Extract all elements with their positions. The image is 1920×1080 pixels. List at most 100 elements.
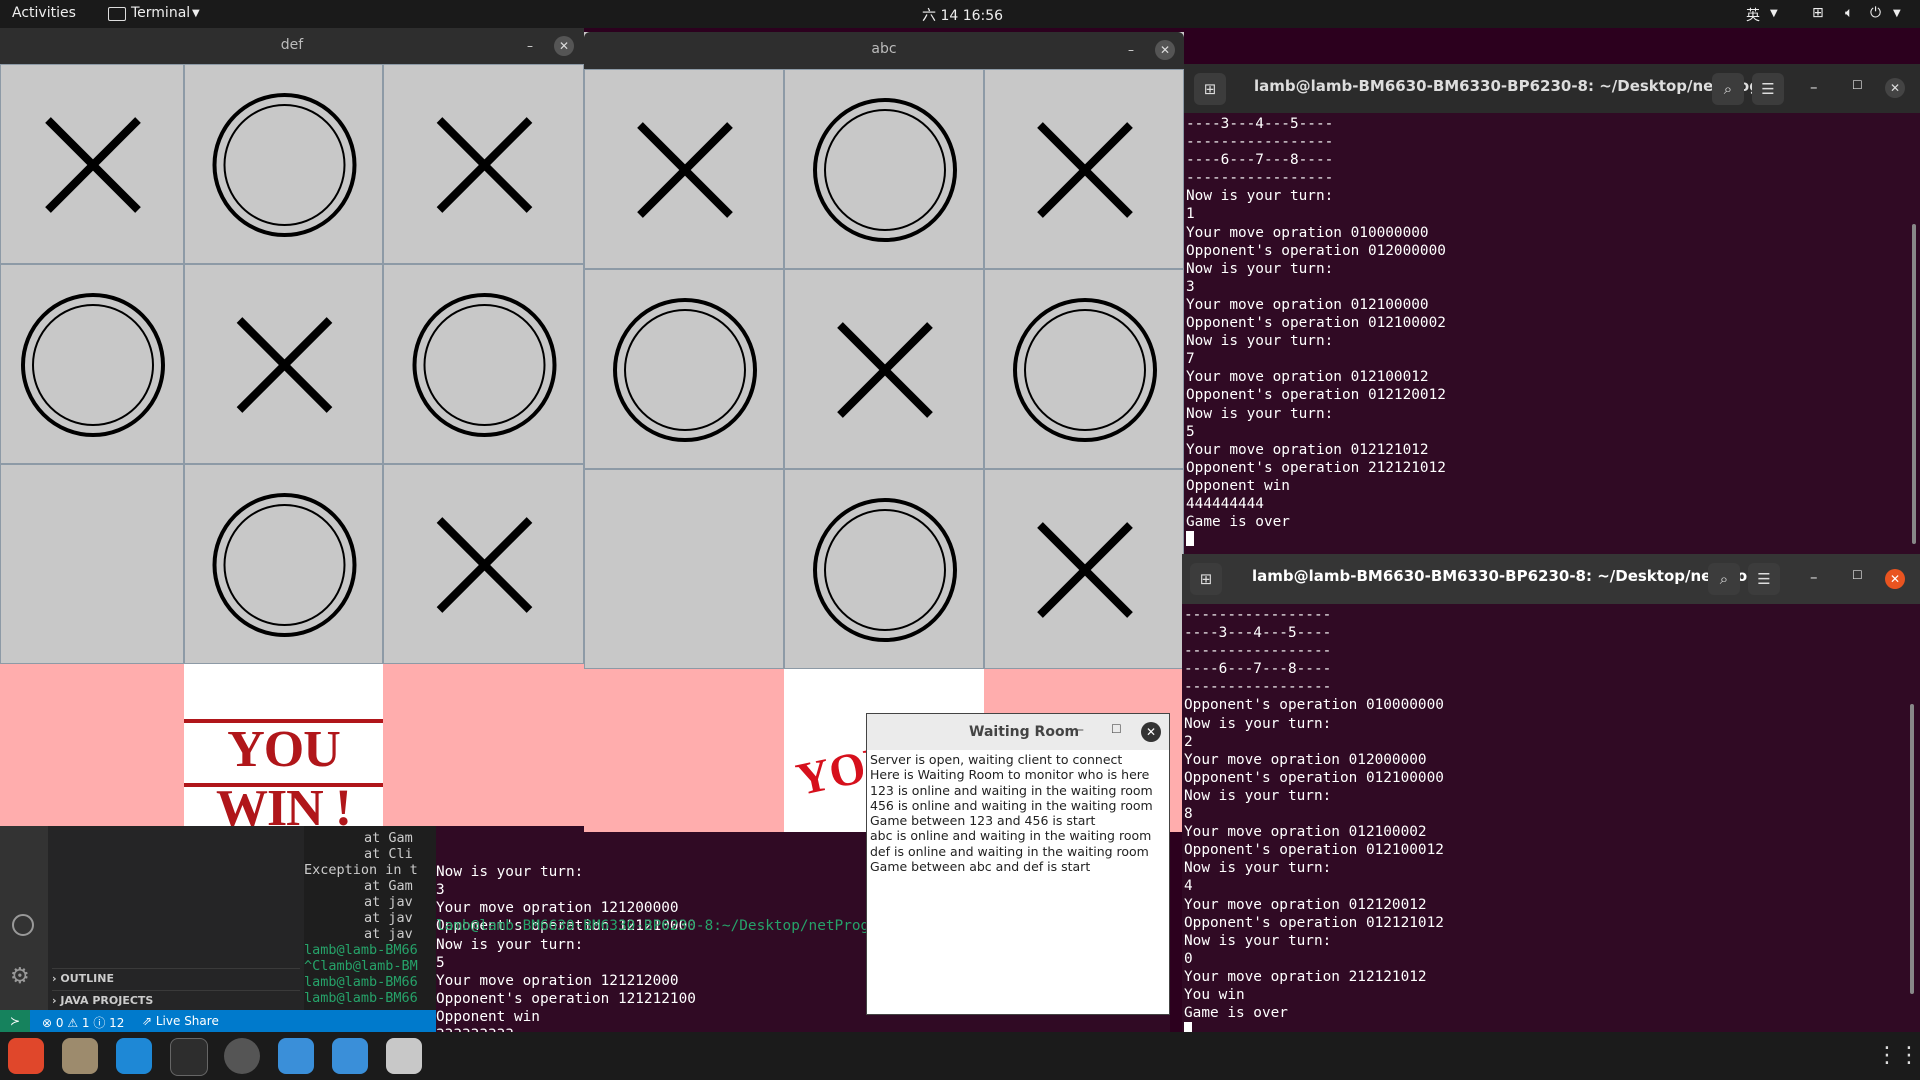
- gear-icon[interactable]: ⚙: [10, 964, 30, 989]
- chevron-down-icon: ▼: [1893, 8, 1901, 19]
- settings-icon[interactable]: [224, 1038, 260, 1074]
- java-app-icon[interactable]: [332, 1038, 368, 1074]
- close-button[interactable]: ✕: [554, 36, 574, 56]
- window-title: def: [280, 37, 304, 53]
- terminal-headerbar[interactable]: ⊞ lamb@lamb-BM6630-BM6330-BP6230-8: ~/De…: [1182, 554, 1920, 604]
- remote-icon[interactable]: ≻: [0, 1010, 30, 1032]
- board-cell-8[interactable]: [383, 464, 584, 664]
- java-duke-icon[interactable]: [386, 1038, 422, 1074]
- maximize-button[interactable]: ☐: [1852, 568, 1863, 582]
- terminal-line: Now is your turn:: [1186, 188, 1334, 205]
- close-button[interactable]: ✕: [1885, 78, 1905, 98]
- terminal-line: Your move opration 012100002: [1184, 824, 1427, 841]
- terminal-headerbar[interactable]: ⊞ lamb@lamb-BM6630-BM6330-BP6230-8: ~/De…: [1184, 64, 1920, 113]
- board-cell-0[interactable]: [0, 64, 184, 264]
- terminal-line: ----6---7---8----: [1184, 661, 1332, 678]
- game-window-def: def – ✕ YOU WIN !: [0, 28, 584, 837]
- window-title: abc: [871, 41, 897, 57]
- terminal-line: Game is over: [1184, 1005, 1288, 1022]
- terminal-line: 3: [1186, 278, 1195, 295]
- volume-icon[interactable]: 🔈︎: [1845, 5, 1853, 21]
- terminal-line: ----3---4---5----: [1184, 625, 1332, 642]
- scrollbar[interactable]: [1910, 704, 1914, 994]
- problems-indicator[interactable]: ⊗ 0 ⚠ 1 ⓘ 12: [42, 1014, 124, 1031]
- minimize-button[interactable]: –: [1121, 40, 1141, 60]
- maximize-button[interactable]: ☐: [1852, 78, 1863, 92]
- window-titlebar[interactable]: def – ✕: [0, 28, 584, 64]
- network-icon[interactable]: ⊞: [1812, 5, 1824, 21]
- power-icon[interactable]: ⏻: [1870, 5, 1881, 21]
- terminal-line: -----------------: [1186, 170, 1334, 187]
- live-share-button[interactable]: ⇗ Live Share: [142, 1014, 219, 1028]
- board-cell-5[interactable]: [984, 269, 1184, 469]
- input-method-indicator[interactable]: 英: [1746, 5, 1760, 25]
- board-cell-5[interactable]: [383, 264, 584, 464]
- board-cell-7[interactable]: [784, 469, 984, 669]
- search-icon[interactable]: ⌕: [1712, 73, 1744, 105]
- close-button[interactable]: ✕: [1885, 569, 1905, 589]
- window-titlebar[interactable]: abc – ✕: [584, 32, 1184, 69]
- board-cell-2[interactable]: [984, 69, 1184, 269]
- terminal-line: at jav: [364, 894, 413, 910]
- board-cell-2[interactable]: [383, 64, 584, 264]
- account-icon[interactable]: [12, 914, 34, 936]
- search-icon[interactable]: ⌕: [1708, 563, 1740, 595]
- minimize-button[interactable]: –: [1810, 78, 1818, 96]
- terminal-title: lamb@lamb-BM6630-BM6330-BP6230-8: ~/Desk…: [1254, 77, 1783, 95]
- terminal-line: Now is your turn:: [1186, 405, 1334, 422]
- log-line: 456 is online and waiting in the waiting…: [870, 797, 1153, 813]
- log-line: Here is Waiting Room to monitor who is h…: [870, 767, 1150, 783]
- terminal-line: Your move opration 010000000: [1186, 224, 1429, 241]
- minimize-button[interactable]: –: [520, 36, 540, 56]
- board-cell-6[interactable]: [0, 464, 184, 664]
- o-mark-icon: [613, 298, 757, 442]
- terminal-line: Opponent's operation 212121012: [1186, 459, 1446, 476]
- terminal-line: Now is your turn:: [1184, 715, 1332, 732]
- clock[interactable]: 六 14 16:56: [922, 5, 1003, 25]
- minimize-button[interactable]: –: [1077, 722, 1084, 738]
- board-cell-0[interactable]: [584, 69, 784, 269]
- minimize-button[interactable]: –: [1810, 568, 1818, 586]
- terminal-line: ----3---4---5----: [1186, 116, 1334, 132]
- hamburger-menu-icon[interactable]: ☰: [1752, 73, 1784, 105]
- board-cell-8[interactable]: [984, 469, 1184, 669]
- window-titlebar[interactable]: Waiting Room – ☐ ✕: [867, 714, 1169, 750]
- java-projects-section[interactable]: › JAVA PROJECTS: [52, 990, 300, 1007]
- java-app-icon[interactable]: [278, 1038, 314, 1074]
- scrollbar[interactable]: [1912, 224, 1916, 544]
- brave-browser-icon[interactable]: [8, 1038, 44, 1074]
- board-cell-4[interactable]: [184, 264, 383, 464]
- vscode-icon[interactable]: [116, 1038, 152, 1074]
- hamburger-menu-icon[interactable]: ☰: [1748, 563, 1780, 595]
- terminal-output[interactable]: ----3---4---5---- ----------------- ----6-…: [1184, 113, 1920, 554]
- app-grid-icon[interactable]: ⋮⋮: [1876, 1038, 1920, 1074]
- maximize-button[interactable]: ☐: [1111, 722, 1122, 736]
- app-menu-button[interactable]: Terminal: [131, 5, 190, 21]
- log-line: Server is open, waiting client to connec…: [870, 752, 1123, 767]
- x-mark-icon: [436, 517, 533, 613]
- new-tab-icon[interactable]: ⊞: [1194, 73, 1226, 105]
- board-cell-3[interactable]: [584, 269, 784, 469]
- board-cell-1[interactable]: [184, 64, 383, 264]
- x-mark-icon: [1037, 122, 1133, 218]
- board-cell-1[interactable]: [784, 69, 984, 269]
- activities-button[interactable]: Activities: [12, 5, 76, 21]
- new-tab-icon[interactable]: ⊞: [1190, 563, 1222, 595]
- vscode-terminal[interactable]: at Gam at Cli Exception in t at Gam at jav at…: [304, 826, 436, 1010]
- terminal-line: at Gam: [364, 878, 413, 894]
- files-icon[interactable]: [62, 1038, 98, 1074]
- terminal-line: at jav: [364, 910, 413, 926]
- close-button[interactable]: ✕: [1141, 722, 1161, 742]
- terminal-icon[interactable]: [170, 1038, 208, 1076]
- terminal-output[interactable]: ----------------- ----3---4---5---- ------…: [1182, 604, 1920, 1032]
- board-cell-6[interactable]: [584, 469, 784, 669]
- waiting-room-log[interactable]: Server is open, waiting client to connec…: [869, 751, 1167, 1013]
- live-share-icon: ⇗: [142, 1014, 156, 1028]
- close-button[interactable]: ✕: [1155, 40, 1175, 60]
- terminal-line: Opponent's operation 012100000: [1184, 769, 1444, 786]
- outline-section[interactable]: › OUTLINE: [52, 968, 300, 985]
- board-cell-7[interactable]: [184, 464, 383, 664]
- board-cell-4[interactable]: [784, 269, 984, 469]
- board-cell-3[interactable]: [0, 264, 184, 464]
- terminal-line: lamb@lamb-BM66: [304, 990, 418, 1006]
